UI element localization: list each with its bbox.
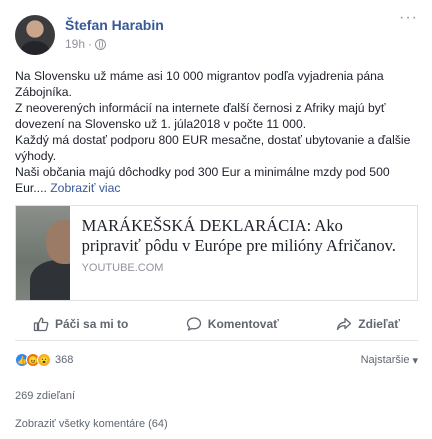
comment-label: Komentovať — [207, 316, 279, 331]
globe-icon — [95, 38, 107, 50]
comment-button[interactable]: Komentovať — [186, 316, 279, 332]
like-button[interactable]: Páči sa mi to — [33, 316, 128, 332]
wow-reaction-icon: 😮 — [37, 353, 51, 367]
link-text: MARÁKEŠSKÁ DEKLARÁCIA: Ako pripraviť pôd… — [70, 206, 417, 300]
sort-label: Najstaršie — [360, 354, 410, 366]
reactions-bar: 👍 😠 😮 368 Najstaršie ▾ — [15, 350, 418, 370]
comment-sort-dropdown[interactable]: Najstaršie ▾ — [361, 354, 418, 367]
view-comments-link[interactable]: Zobraziť všetky komentáre (64) — [15, 418, 168, 430]
link-domain: YOUTUBE.COM — [81, 262, 164, 274]
like-label: Páči sa mi to — [55, 316, 129, 331]
shares-count[interactable]: 269 zdieľaní — [15, 390, 75, 402]
thumbs-up-icon — [33, 317, 49, 331]
share-icon — [337, 317, 352, 330]
post-meta: Štefan Harabin 19h · — [65, 15, 164, 55]
action-bar: Páči sa mi to Komentovať Zdieľať — [15, 307, 418, 341]
avatar[interactable] — [15, 15, 55, 55]
post-text: Na Slovensku už máme asi 10 000 migranto… — [15, 68, 415, 196]
thumbnail-figure-body — [30, 260, 70, 300]
separator: · — [88, 37, 93, 51]
see-more-link[interactable]: Zobraziť viac — [50, 181, 120, 195]
share-label: Zdieľať — [358, 316, 400, 331]
link-title[interactable]: MARÁKEŠSKÁ DEKLARÁCIA: Ako pripraviť pôd… — [82, 216, 405, 256]
post-time[interactable]: 19h — [65, 37, 85, 51]
author-name[interactable]: Štefan Harabin — [65, 17, 164, 33]
video-thumbnail[interactable] — [16, 206, 70, 300]
post-header: Štefan Harabin 19h · — [15, 15, 164, 55]
link-preview-card[interactable]: MARÁKEŠSKÁ DEKLARÁCIA: Ako pripraviť pôd… — [15, 205, 418, 301]
post-line: Každý má dostať podporu 800 EUR mesačne,… — [15, 133, 411, 163]
share-button[interactable]: Zdieľať — [336, 316, 400, 332]
comment-icon — [186, 316, 201, 331]
more-options-icon[interactable]: ··· — [399, 10, 418, 26]
thumbnail-figure-head — [46, 220, 70, 264]
post-line: Naši občania majú dôchodky pod 300 Eur a… — [15, 164, 415, 196]
post-subline: 19h · — [65, 37, 164, 51]
post-line: Na Slovensku už máme asi 10 000 migranto… — [15, 69, 384, 99]
post-line: Z neoverených informácií na internete ďa… — [15, 101, 386, 131]
chevron-down-icon: ▾ — [412, 354, 418, 367]
reaction-count: 368 — [55, 354, 74, 366]
reaction-summary[interactable]: 👍 😠 😮 368 — [15, 353, 73, 367]
